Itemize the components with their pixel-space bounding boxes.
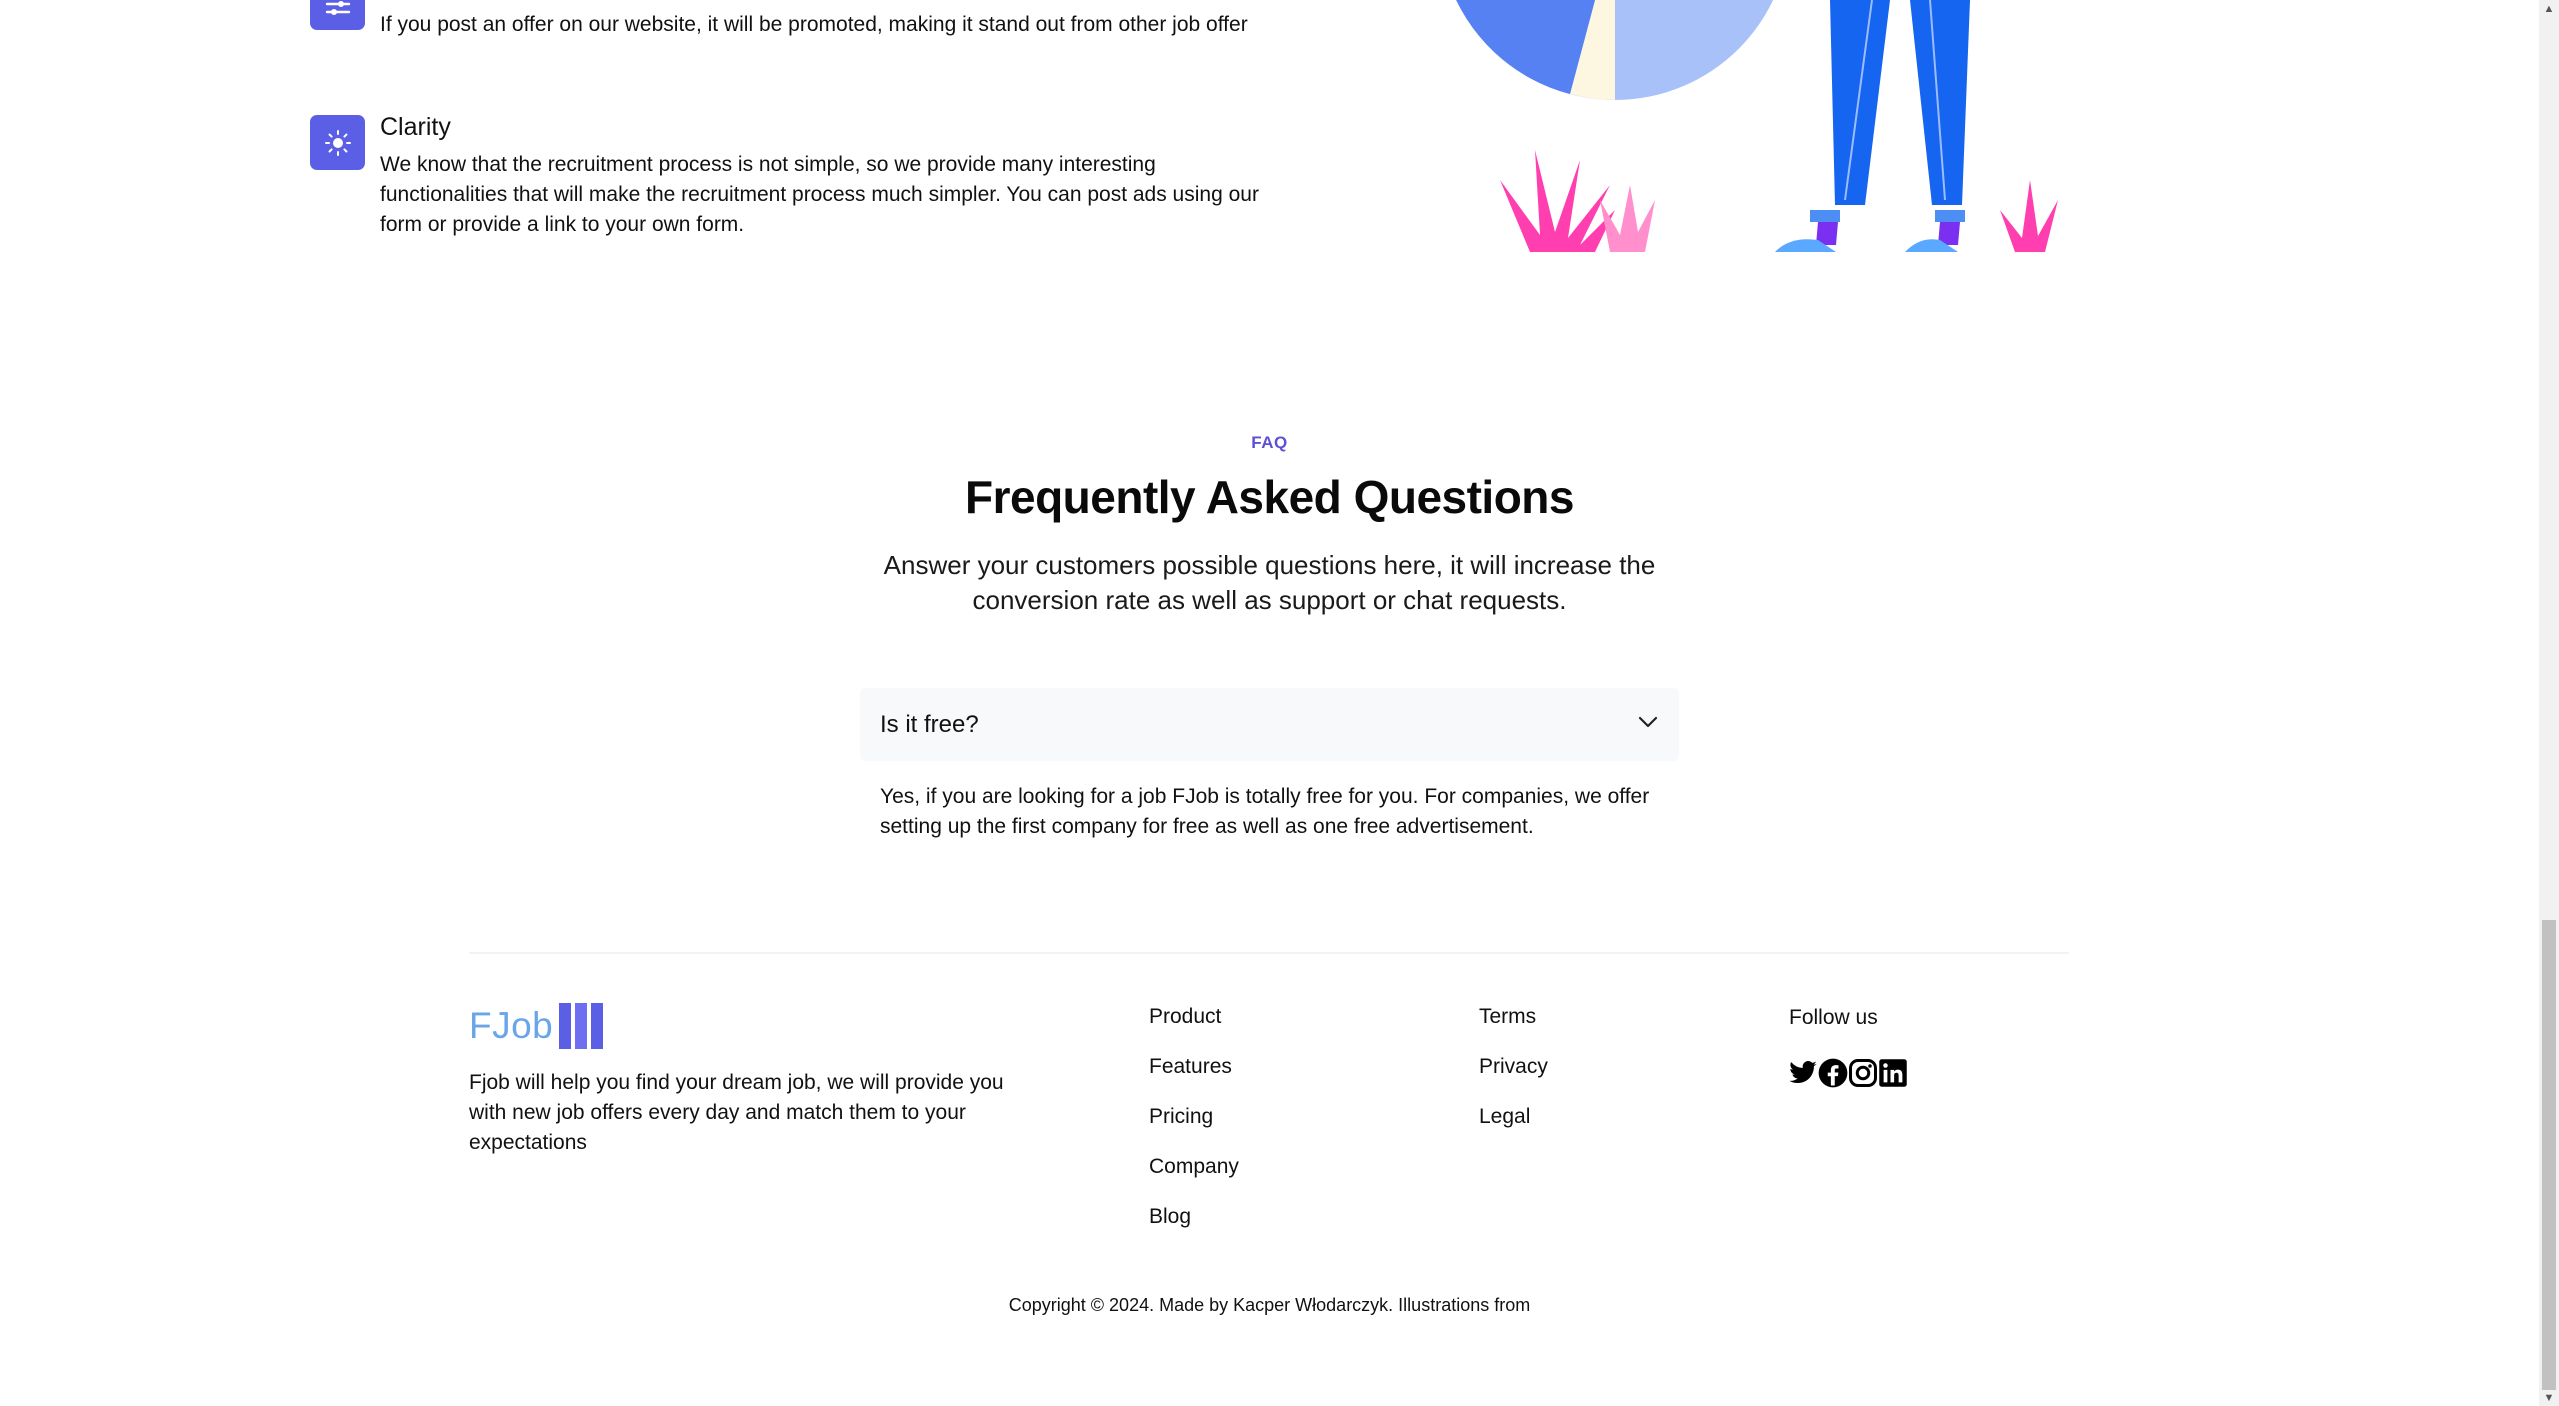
- logo-bars-icon: [559, 1003, 604, 1049]
- logo-text: FJob: [469, 1005, 554, 1046]
- footer-link-privacy[interactable]: Privacy: [1479, 1055, 1548, 1079]
- sliders-icon: [310, 0, 365, 30]
- scrollbar-thumb[interactable]: [2542, 920, 2556, 1390]
- scroll-up-arrow-icon[interactable]: ▲: [2539, 0, 2559, 17]
- footer-link-terms[interactable]: Terms: [1479, 1005, 1536, 1029]
- faq-item-is-it-free[interactable]: Is it free?: [860, 688, 1679, 761]
- footer-link-company[interactable]: Company: [1149, 1155, 1239, 1179]
- facebook-icon[interactable]: [1818, 1058, 1848, 1088]
- pink-plants: [1500, 150, 2058, 252]
- sun-icon: [310, 115, 365, 170]
- faq-title: Frequently Asked Questions: [965, 471, 1575, 523]
- footer-link-blog[interactable]: Blog: [1149, 1205, 1191, 1229]
- footer-divider: [469, 952, 2069, 954]
- feature-text-clarity: We know that the recruitment process is …: [380, 153, 1259, 236]
- instagram-icon[interactable]: [1848, 1058, 1878, 1088]
- faq-subtitle: Answer your customers possible questions…: [883, 550, 1656, 615]
- circle-graphic: [1456, 0, 1774, 100]
- copyright: Copyright © 2024. Made by Kacper Włodarc…: [1008, 1295, 1531, 1315]
- hero-illustration: [1440, 0, 2120, 252]
- footer-description: Fjob will help you find your dream job, …: [469, 1071, 1004, 1154]
- faq-question: Is it free?: [880, 710, 979, 738]
- feature-text-promotion: If you post an offer on our website, it …: [380, 13, 1248, 36]
- feature-title-clarity: Clarity: [380, 113, 451, 141]
- footer-link-features[interactable]: Features: [1149, 1055, 1232, 1079]
- follow-us-label: Follow us: [1789, 1006, 1878, 1029]
- linkedin-icon[interactable]: [1878, 1058, 1908, 1088]
- footer-link-pricing[interactable]: Pricing: [1149, 1105, 1213, 1129]
- fjob-logo[interactable]: FJob: [469, 1002, 607, 1050]
- faq-eyebrow: FAQ: [1251, 433, 1288, 452]
- chevron-down-icon[interactable]: [1637, 711, 1659, 738]
- footer-link-legal[interactable]: Legal: [1479, 1105, 1530, 1129]
- figure-legs: [1775, 0, 1970, 252]
- twitter-icon[interactable]: [1788, 1058, 1818, 1088]
- faq-answer: Yes, if you are looking for a job FJob i…: [880, 785, 1650, 838]
- footer-link-product[interactable]: Product: [1149, 1005, 1221, 1029]
- scroll-down-arrow-icon[interactable]: ▼: [2539, 1389, 2559, 1406]
